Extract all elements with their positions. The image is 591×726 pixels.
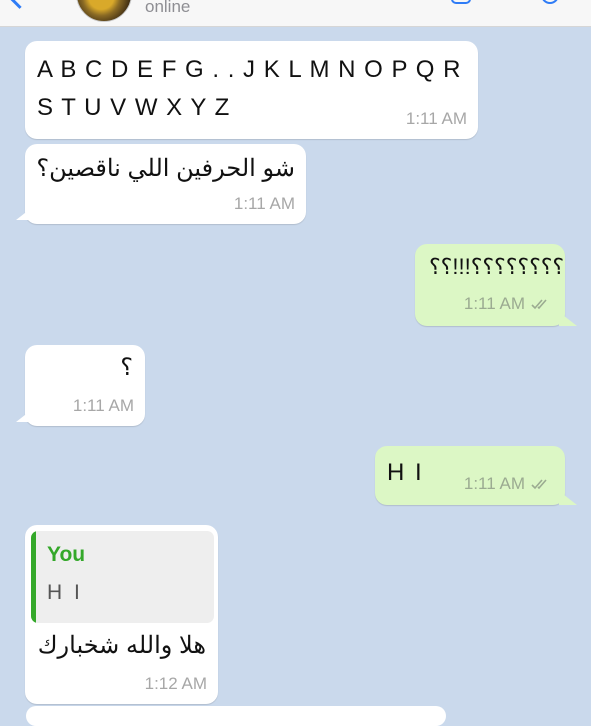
quote-author: You [47, 543, 86, 566]
double-check-icon [531, 479, 547, 490]
message-time: 1:11 AM [463, 294, 525, 313]
chat-header: online [0, 0, 591, 27]
message-bubble-incoming[interactable]: A B C D E F G . . J K L M N O P Q R S T … [25, 41, 478, 139]
message-time: 1:11 AM [72, 396, 134, 415]
quote-text: H I [47, 581, 83, 604]
message-time: 1:11 AM [463, 474, 525, 493]
message-bubble-outgoing[interactable]: H I 1:11 AM [375, 446, 565, 505]
message-time: 1:12 AM [144, 674, 207, 693]
quote-accent-bar [31, 531, 36, 623]
double-check-icon [531, 299, 547, 310]
message-time: 1:11 AM [405, 109, 467, 128]
message-bubble-incoming-partial[interactable] [26, 706, 446, 726]
message-text: شو الحرفين اللي ناقصين؟ [36, 155, 295, 182]
message-text: ؟ [120, 354, 133, 381]
message-bubble-incoming[interactable]: You H I هلا والله شخبارك 1:12 AM [25, 525, 218, 704]
message-bubble-incoming[interactable]: ؟ 1:11 AM [25, 345, 145, 426]
back-chevron-icon[interactable] [6, 0, 33, 9]
video-call-icon[interactable] [451, 0, 471, 4]
message-text: ؟؟؟؟؟؟؟؟!!!؟؟ [429, 254, 565, 279]
contact-status: online [145, 0, 191, 16]
message-text: هلا والله شخبارك [37, 632, 206, 659]
message-time: 1:11 AM [233, 194, 295, 213]
quoted-message[interactable]: You H I [31, 531, 214, 623]
message-text: H I [387, 459, 424, 486]
message-bubble-incoming[interactable]: شو الحرفين اللي ناقصين؟ 1:11 AM [25, 144, 306, 224]
contact-avatar[interactable] [76, 0, 132, 22]
phone-call-icon[interactable] [541, 0, 559, 4]
message-text: A B C D E F G . . J K L M N O P Q R S T … [37, 56, 462, 121]
message-bubble-outgoing[interactable]: ؟؟؟؟؟؟؟؟!!!؟؟ 1:11 AM [415, 244, 565, 326]
